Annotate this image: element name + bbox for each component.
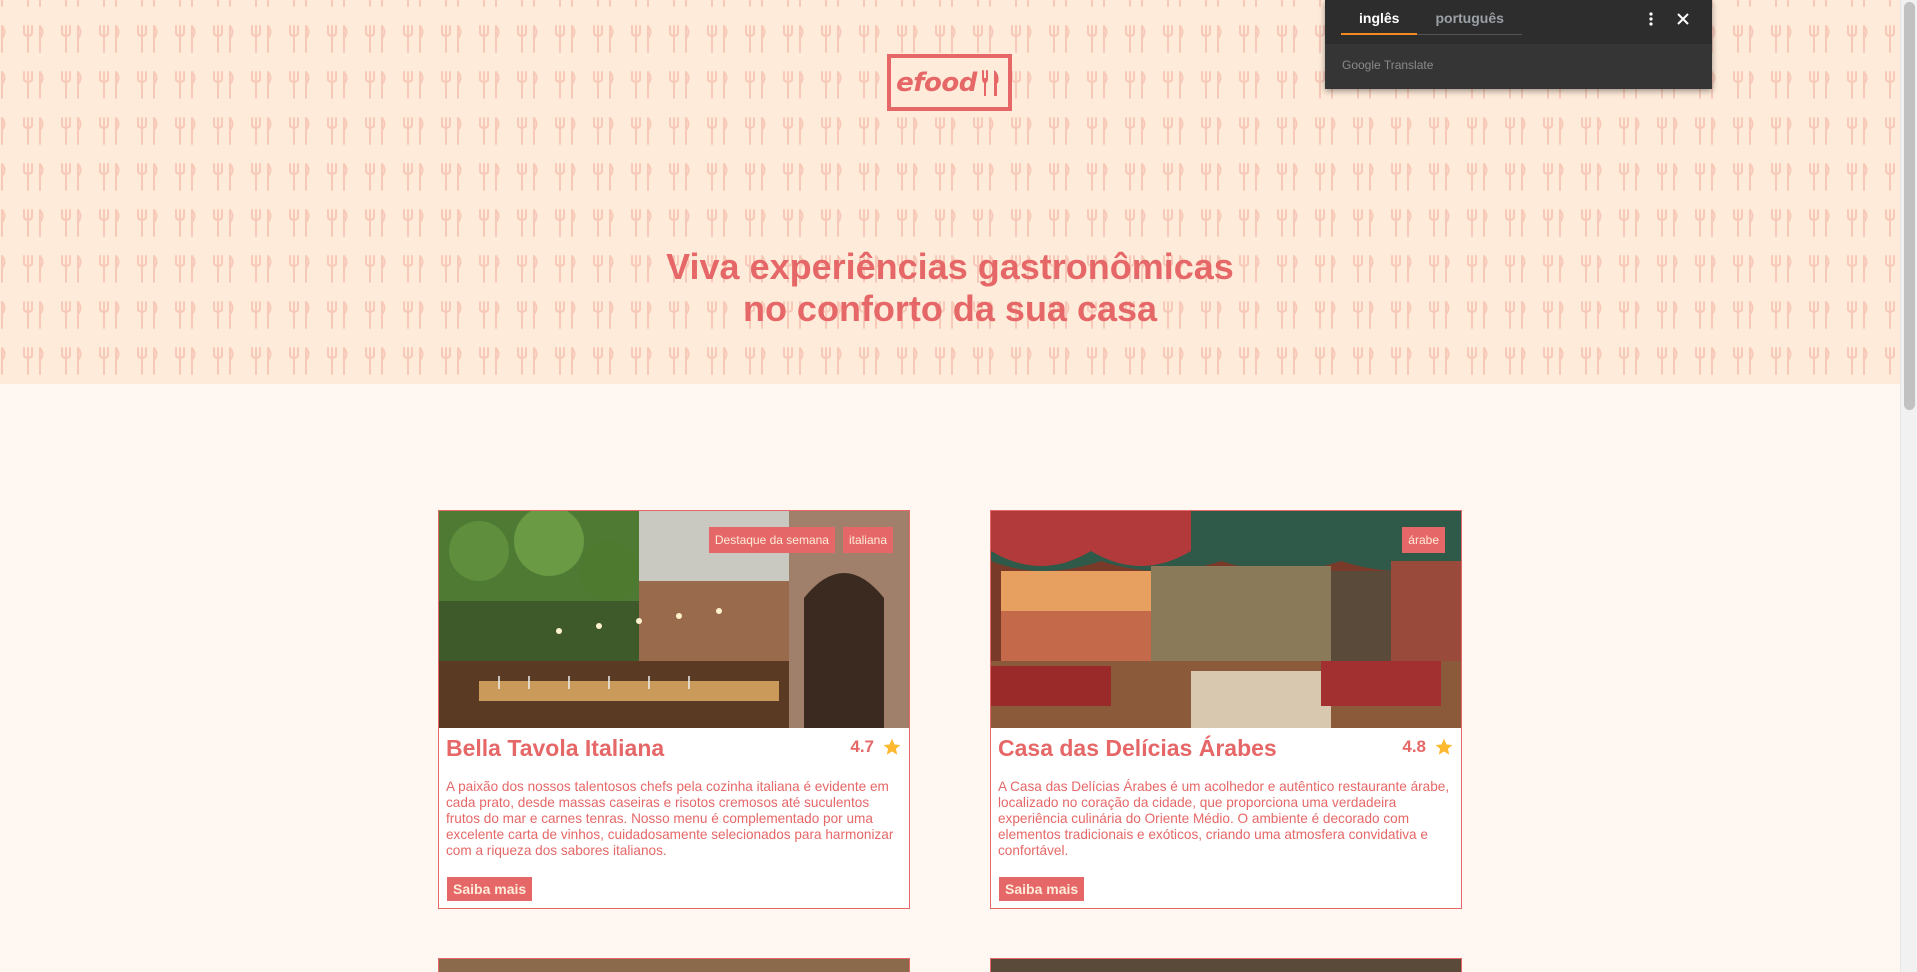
restaurant-description: A Casa das Delícias Árabes é um acolhedo…	[998, 779, 1450, 858]
learn-more-button[interactable]: Saiba mais	[447, 877, 533, 901]
restaurant-image: Destaque da semana italiana	[439, 511, 909, 728]
learn-more-button[interactable]: Saiba mais	[999, 877, 1085, 901]
tag-list: Destaque da semana italiana	[708, 527, 893, 553]
close-icon[interactable]	[1673, 9, 1693, 29]
star-icon	[883, 738, 901, 755]
tab-english[interactable]: inglês	[1341, 0, 1418, 35]
hero-title-line2: no conforto da sua casa	[742, 288, 1158, 329]
restaurant-name: Casa das Delícias Árabes	[998, 735, 1277, 761]
restaurant-image: árabe	[991, 511, 1461, 728]
tag-cuisine: italiana	[842, 527, 893, 553]
more-vert-icon[interactable]	[1641, 9, 1661, 29]
cutlery-icon	[981, 69, 999, 96]
logo-text: efood	[896, 67, 977, 98]
restaurant-description: A paixão dos nossos talentosos chefs pel…	[446, 779, 894, 858]
efood-logo[interactable]: efood	[887, 54, 1012, 111]
hero-title: Viva experiências gastronômicas no confo…	[550, 246, 1350, 330]
scrollbar-thumb[interactable]	[1904, 2, 1915, 410]
restaurant-name: Bella Tavola Italiana	[446, 735, 665, 761]
language-tabs: inglês português	[1341, 0, 1523, 44]
rating: 4.8	[1402, 737, 1454, 757]
tag-list: árabe	[1402, 527, 1445, 553]
translate-footer: Google Translate	[1325, 44, 1712, 89]
tab-portuguese[interactable]: português	[1417, 0, 1523, 35]
hero-title-line1: Viva experiências gastronômicas	[666, 246, 1234, 287]
restaurant-card-partial	[990, 958, 1462, 972]
rating-value: 4.7	[850, 737, 874, 756]
translate-popup: inglês português Google Translate	[1325, 0, 1712, 89]
rating-value: 4.8	[1402, 737, 1426, 756]
restaurant-card-partial	[438, 958, 910, 972]
rating: 4.7	[850, 737, 902, 757]
page-scrollbar[interactable]	[1900, 0, 1917, 972]
google-translate-brand: Google Translate	[1342, 58, 1434, 72]
restaurant-card: árabe Casa das Delícias Árabes 4.8 A Cas…	[990, 510, 1462, 909]
restaurant-card: Destaque da semana italiana Bella Tavola…	[438, 510, 910, 909]
tag-cuisine: árabe	[1402, 527, 1445, 553]
restaurant-list-area	[0, 384, 1900, 972]
tag-featured: Destaque da semana	[708, 527, 835, 553]
star-icon	[1435, 738, 1453, 755]
